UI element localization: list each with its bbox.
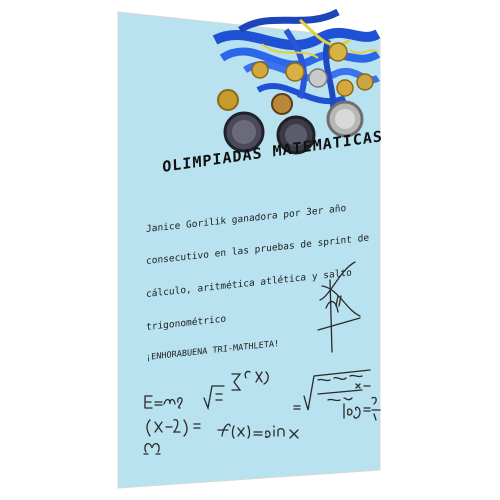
scene: OLIMPIADAS MATEMATICAS Janice Gorilik ga… (0, 0, 500, 500)
